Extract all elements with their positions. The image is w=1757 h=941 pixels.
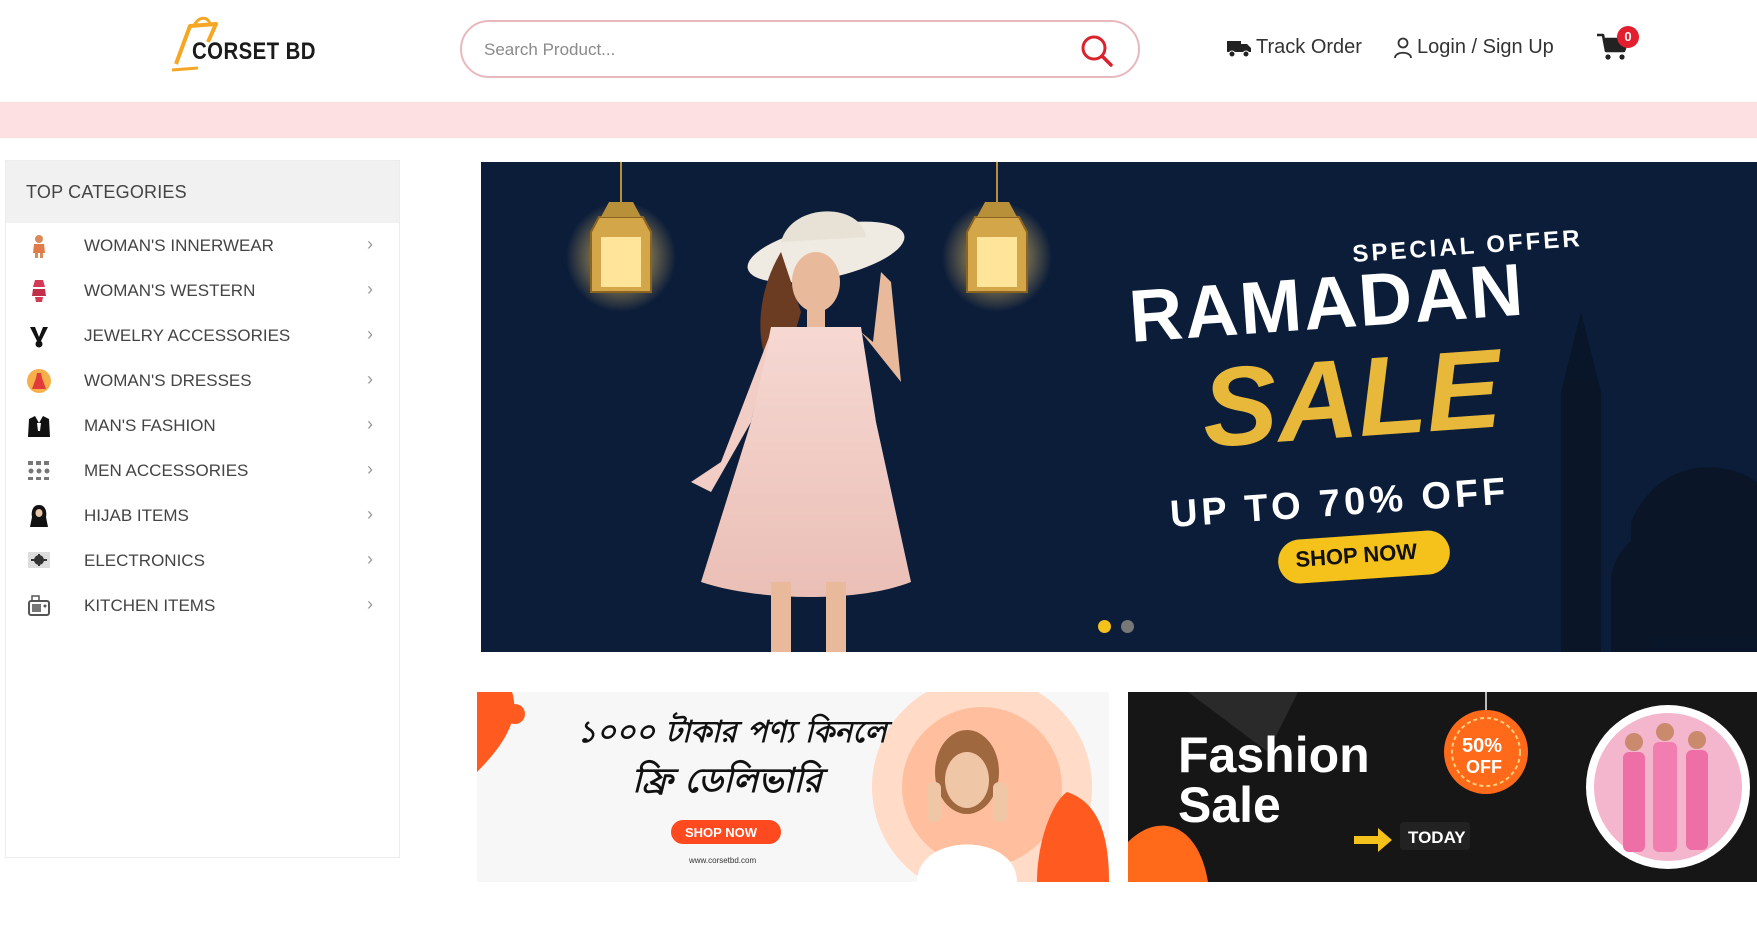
promo-left-line1: ১০০০ টাকার পণ্য কিনলে [577, 712, 893, 750]
category-label: ELECTRONICS [84, 551, 205, 570]
promo-left-text: ১০০০ টাকার পণ্য কিনলে ফ্রি ডেলিভারি SHOP… [577, 712, 893, 865]
dress-icon [26, 368, 52, 394]
category-item[interactable]: WOMAN'S WESTERN › [6, 268, 399, 313]
hero-shop-now-button[interactable]: SHOP NOW [1277, 529, 1452, 585]
promo-right-badge-off: OFF [1466, 757, 1502, 777]
hero-banner[interactable]: SPECIAL OFFER RAMADAN SALE UP TO 70% OFF… [481, 162, 1757, 652]
promo-right-badge-pct: 50% [1462, 735, 1502, 757]
category-label: MAN'S FASHION [84, 416, 216, 435]
logo[interactable]: CORSET BD [168, 14, 316, 76]
promo-left-line2: ফ্রি ডেলিভারি [632, 759, 829, 801]
slider-dots [1098, 620, 1134, 633]
category-item[interactable]: WOMAN'S DRESSES › [6, 358, 399, 403]
chevron-right-icon: › [367, 369, 373, 389]
chevron-right-icon: › [367, 234, 373, 254]
login-link[interactable]: Login / Sign Up [1393, 36, 1554, 59]
accessories-icon [26, 458, 52, 484]
category-label: WOMAN'S WESTERN [84, 281, 256, 300]
chevron-right-icon: › [367, 324, 373, 344]
promo-left-shop-now-label: SHOP NOW [685, 825, 758, 840]
category-item[interactable]: WOMAN'S INNERWEAR › [6, 223, 399, 268]
category-label: MEN ACCESSORIES [84, 461, 249, 480]
category-item[interactable]: MEN ACCESSORIES › [6, 448, 399, 493]
promo-fashion-sale[interactable]: Fashion Sale 50% OFF TODAY [1128, 692, 1757, 882]
category-sidebar: TOP CATEGORIES WOMAN'S INNERWEAR › WOMAN'S… [5, 160, 400, 858]
hero-sale: SALE [1198, 325, 1508, 471]
truck-icon [1227, 40, 1251, 57]
search-box [460, 20, 1140, 78]
promo-right-today-tag: TODAY [1400, 822, 1470, 850]
chevron-right-icon: › [367, 414, 373, 434]
promo-left-url: www.corsetbd.com [688, 856, 756, 865]
promo-right-text: Fashion Sale 50% OFF TODAY [1178, 727, 1502, 850]
track-order-link[interactable]: Track Order [1226, 36, 1362, 59]
chevron-right-icon: › [367, 459, 373, 479]
category-label: WOMAN'S DRESSES [84, 371, 252, 390]
sidebar-title: TOP CATEGORIES [6, 161, 399, 223]
chevron-right-icon: › [367, 504, 373, 524]
search-button[interactable] [1080, 34, 1114, 68]
promo-right-title-line2: Sale [1178, 777, 1281, 833]
category-item[interactable]: JEWELRY ACCESSORIES › [6, 313, 399, 358]
chevron-right-icon: › [367, 549, 373, 569]
category-label: KITCHEN ITEMS [84, 596, 216, 615]
western-icon [26, 278, 52, 304]
jewelry-icon [26, 323, 52, 349]
category-label: WOMAN'S INNERWEAR [84, 236, 274, 255]
category-item[interactable]: ELECTRONICS › [6, 538, 399, 583]
hero-discount: UP TO 70% OFF [1169, 470, 1511, 536]
search-icon [1081, 35, 1113, 67]
login-label: Login / Sign Up [1417, 36, 1554, 58]
site-header: CORSET BD Track Order Login / Sign Up [0, 0, 1757, 100]
user-icon [1394, 37, 1412, 58]
chevron-right-icon: › [367, 279, 373, 299]
cart-count-badge: 0 [1617, 26, 1639, 48]
announcement-strip [0, 102, 1757, 138]
electronics-icon [26, 548, 52, 574]
slider-dot[interactable] [1121, 620, 1134, 633]
chevron-right-icon: › [367, 594, 373, 614]
category-label: HIJAB ITEMS [84, 506, 189, 525]
category-label: JEWELRY ACCESSORIES [84, 326, 291, 345]
promo-right-today-label: TODAY [1408, 828, 1466, 847]
track-order-label: Track Order [1256, 36, 1362, 58]
category-list: WOMAN'S INNERWEAR › WOMAN'S WESTERN › JEWELR… [6, 223, 399, 628]
hero-text: SPECIAL OFFER RAMADAN SALE UP TO 70% OFF… [1126, 225, 1583, 585]
slider-dot[interactable] [1098, 620, 1111, 633]
promo-free-delivery[interactable]: ১০০০ টাকার পণ্য কিনলে ফ্রি ডেলিভারি SHOP… [477, 692, 1109, 882]
logo-text: CORSET BD [192, 38, 316, 65]
search-input[interactable] [482, 36, 1046, 64]
kitchen-icon [26, 593, 52, 619]
innerwear-icon [26, 233, 52, 259]
promo-left-shop-now-button[interactable]: SHOP NOW [671, 820, 781, 844]
hijab-icon [26, 503, 52, 529]
suit-icon [26, 413, 52, 439]
promo-right-title-line1: Fashion [1178, 727, 1370, 783]
category-item[interactable]: MAN'S FASHION › [6, 403, 399, 448]
category-item[interactable]: KITCHEN ITEMS › [6, 583, 399, 628]
category-item[interactable]: HIJAB ITEMS › [6, 493, 399, 538]
